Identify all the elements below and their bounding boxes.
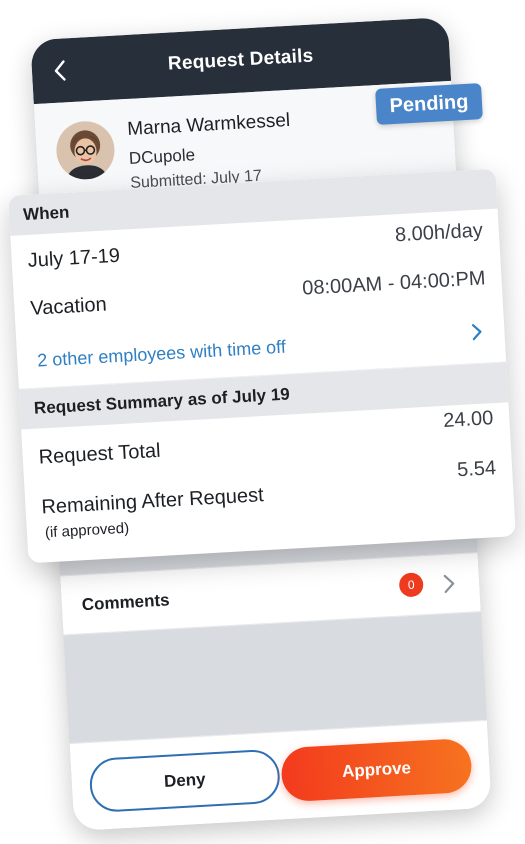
action-bar: Deny Approve bbox=[69, 719, 492, 832]
remaining-sublabel: (if approved) bbox=[44, 519, 130, 542]
hours-per-day: 8.00h/day bbox=[394, 219, 484, 247]
page-title: Request Details bbox=[167, 45, 314, 75]
remaining-value: 5.54 bbox=[456, 457, 497, 482]
comments-label: Comments bbox=[81, 590, 171, 615]
request-total-label: Request Total bbox=[38, 439, 162, 469]
time-range: 08:00AM - 04:00:PM bbox=[301, 267, 487, 300]
deny-button[interactable]: Deny bbox=[88, 748, 282, 814]
chevron-right-icon bbox=[441, 572, 458, 595]
request-total-value: 24.00 bbox=[442, 407, 494, 432]
comments-row[interactable]: Comments 0 bbox=[60, 552, 481, 636]
request-detail-card: When July 17-19 8.00h/day Vacation 08:00… bbox=[8, 168, 516, 564]
employee-name: Marna Warmkessel bbox=[126, 109, 291, 140]
remaining-label: Remaining After Request bbox=[40, 484, 265, 519]
back-chevron-icon[interactable] bbox=[47, 56, 73, 85]
comments-count-badge: 0 bbox=[398, 572, 424, 598]
avatar bbox=[54, 119, 117, 181]
request-dates: July 17-19 bbox=[27, 244, 121, 272]
status-badge: Pending bbox=[375, 83, 483, 125]
other-employees-link[interactable]: 2 other employees with time off bbox=[37, 337, 287, 372]
employee-company: DCupole bbox=[128, 145, 196, 168]
chevron-right-icon bbox=[470, 322, 485, 343]
approve-button[interactable]: Approve bbox=[280, 737, 473, 803]
leave-type: Vacation bbox=[29, 293, 108, 320]
stage: Request Details Marna Warmkessel DCupole bbox=[0, 0, 525, 844]
